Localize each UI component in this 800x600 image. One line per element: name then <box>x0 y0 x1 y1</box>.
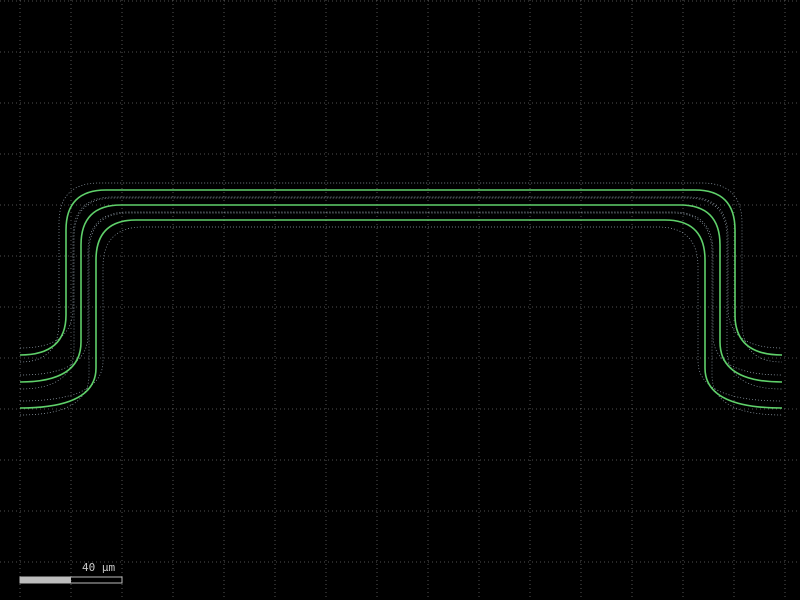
scale-bar-filled-segment <box>20 577 71 583</box>
layout-canvas: 40 µm <box>0 0 800 600</box>
canvas-background <box>0 0 800 600</box>
scale-bar-label: 40 µm <box>82 561 115 574</box>
